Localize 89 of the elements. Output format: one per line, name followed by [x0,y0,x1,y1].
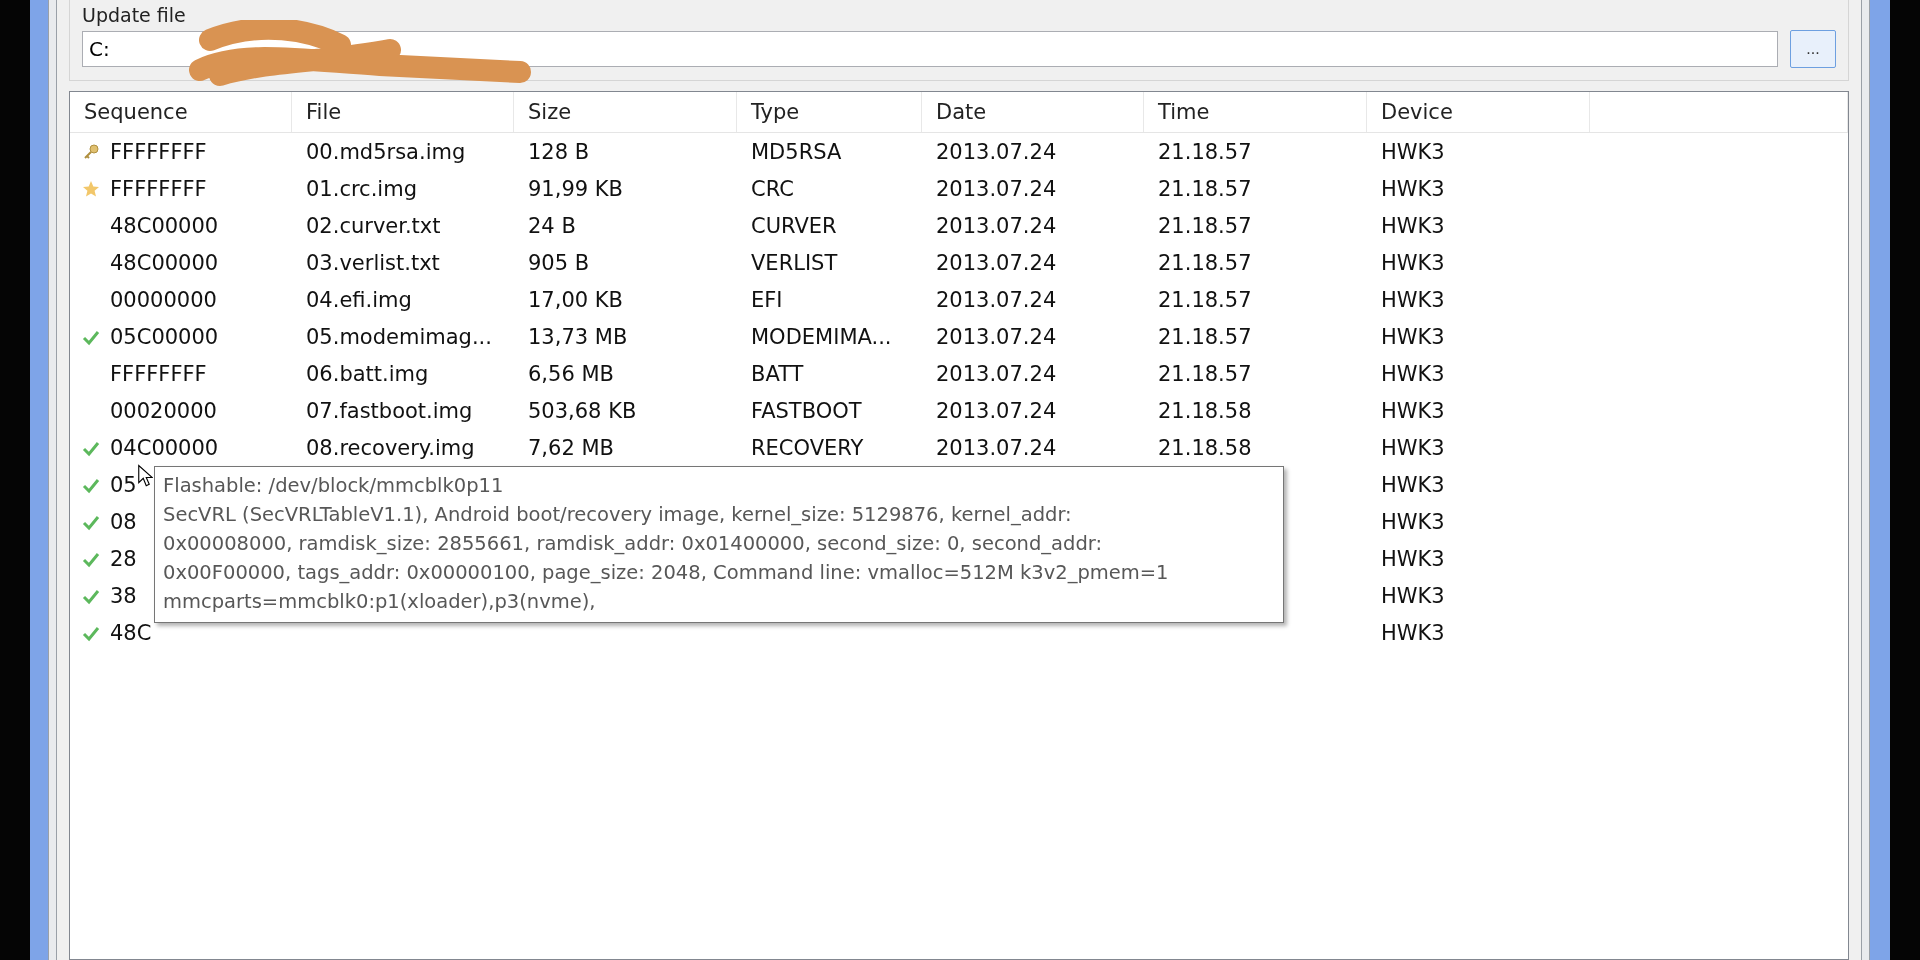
table-cell-text: 21.18.57 [1157,176,1252,201]
table-cell-text: 07.fastboot.img [305,398,473,423]
table-cell-text: HWK3 [1380,546,1445,571]
table-cell-text: 21.18.58 [1157,435,1252,460]
table-cell-text: 21.18.57 [1157,287,1252,312]
tooltip-line: SecVRL (SecVRLTableV1.1), Android boot/recovery image, kernel_size: 5129876, kernel_addr: [163,502,1073,528]
table-cell: 08 [110,509,137,534]
table-cell: 05 [110,472,137,497]
table-cell-text: HWK3 [1380,287,1445,312]
table-cell-text: CURVER [750,213,837,238]
table-cell-text: VERLIST [750,250,838,275]
table-cell: 05C00000 [110,324,219,349]
table-cell-text: MD5RSA [750,139,842,164]
table-cell: 48C00000 [110,213,219,238]
table-cell-text: 2013.07.24 [935,287,1057,312]
column-header[interactable]: Device [1367,92,1590,132]
table-cell-text: HWK3 [1380,213,1445,238]
table-cell-text: 21.18.57 [1157,213,1252,238]
table-cell-text: 905 B [527,250,590,275]
table-cell-text: HWK3 [1380,509,1445,534]
table-cell-text: 04.efi.img [305,287,412,312]
table-cell: 38 [110,583,137,608]
key-icon [82,142,100,161]
column-header[interactable]: Sequence [70,92,292,132]
table-cell: 28 [110,546,137,571]
table-cell: FFFFFFFF [110,176,207,201]
table-cell-text: CRC [750,176,794,201]
table-cell-text: HWK3 [1380,472,1445,497]
table-cell-text: 21.18.57 [1157,324,1252,349]
column-header[interactable]: Size [514,92,737,132]
table-cell-text: HWK3 [1380,250,1445,275]
table-cell: 00020000 [110,398,217,423]
table-cell-text: EFI [750,287,783,312]
table-cell-text: 6,56 MB [527,361,614,386]
table-cell-text: HWK3 [1380,620,1445,645]
column-header[interactable]: Date [922,92,1144,132]
table-cell-text: 21.18.58 [1157,398,1252,423]
column-header[interactable]: File [292,92,514,132]
table-cell-text: 06.batt.img [305,361,429,386]
table-cell-text: 05.modemimag... [305,324,492,349]
table-cell-text: 21.18.57 [1157,139,1252,164]
table-cell-text: FASTBOOT [750,398,862,423]
table-cell-text: 21.18.57 [1157,250,1252,275]
table-cell-text: 00.md5rsa.img [305,139,466,164]
group-label: Update file [82,4,187,26]
table-cell-text: RECOVERY [750,435,864,460]
table-cell: 04C00000 [110,435,219,460]
table-cell-text: 13,73 MB [527,324,628,349]
table-cell-text: HWK3 [1380,583,1445,608]
table-cell-text: 503,68 KB [527,398,637,423]
tooltip-line: 0x00008000, ramdisk_size: 2855661, ramdisk_addr: 0x01400000, second_size: 0, second_addr: [163,531,1103,557]
table-cell-text: 2013.07.24 [935,435,1057,460]
table-cell-text: 2013.07.24 [935,361,1057,386]
table-cell: FFFFFFFF [110,139,207,164]
tooltip-line: Flashable: /dev/block/mmcblk0p11 [163,473,505,499]
table-cell-text: 2013.07.24 [935,176,1057,201]
table-cell-text: BATT [750,361,804,386]
table-cell-text: MODEMIMA... [750,324,892,349]
table-cell-text: 2013.07.24 [935,398,1057,423]
table-cell-text: HWK3 [1380,324,1445,349]
table-cell-text: 2013.07.24 [935,250,1057,275]
table-cell-text: 24 B [527,213,576,238]
star-icon [82,179,100,198]
table-cell: 48C00000 [110,250,219,275]
table-cell-text: HWK3 [1380,361,1445,386]
table-cell-text: 7,62 MB [527,435,614,460]
table-cell-text: 17,00 KB [527,287,623,312]
table-cell-text: 01.crc.img [305,176,417,201]
table-cell-text: 2013.07.24 [935,324,1057,349]
table-cell-text: HWK3 [1380,435,1445,460]
table-cell-text: 91,99 KB [527,176,623,201]
tooltip-line: mmcparts=mmcblk0:p1(xloader),p3(nvme), [163,589,597,615]
browse-button[interactable]: ... [1790,30,1836,68]
table-cell-text: HWK3 [1380,139,1445,164]
table-cell-text: HWK3 [1380,176,1445,201]
table-cell-text: HWK3 [1380,398,1445,423]
table-cell: FFFFFFFF [110,361,207,386]
column-header[interactable]: Type [737,92,922,132]
table-cell: 48C [110,620,152,645]
column-header[interactable]: Time [1144,92,1367,132]
table-cell-text: 128 B [527,139,590,164]
tooltip-line: 0x00F00000, tags_addr: 0x00000100, page_size: 2048, Command line: vmalloc=512M k3v2_pmem=1 [163,560,1170,586]
table-cell: 00000000 [110,287,217,312]
table-cell-text: 03.verlist.txt [305,250,440,275]
table-cell-text: 2013.07.24 [935,139,1057,164]
table-cell-text: 2013.07.24 [935,213,1057,238]
table-cell-text: 02.curver.txt [305,213,441,238]
table-cell-text: 08.recovery.img [305,435,475,460]
table-cell-text: 21.18.57 [1157,361,1252,386]
